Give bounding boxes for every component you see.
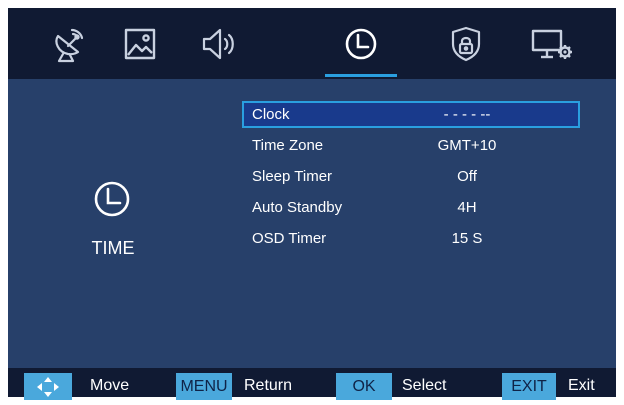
menu-item-osd-timer[interactable]: OSD Timer 15 S <box>242 225 580 252</box>
tab-setup[interactable] <box>516 8 588 79</box>
key-hint-bar: Move MENU Return OK Select EXIT Exit <box>8 368 616 400</box>
return-hint: Return <box>244 377 293 394</box>
clock-icon <box>345 28 377 59</box>
shield-lock-icon <box>451 26 481 61</box>
picture-icon <box>124 28 156 59</box>
arrows-icon <box>37 376 59 397</box>
speaker-icon <box>202 28 234 59</box>
satellite-dish-icon <box>55 28 84 62</box>
section-title: TIME <box>91 238 135 258</box>
menu-item-value: 4H <box>457 199 477 216</box>
menu-item-time-zone[interactable]: Time Zone GMT+10 <box>242 132 580 159</box>
menu-item-value: GMT+10 <box>437 137 497 154</box>
tab-channel[interactable] <box>32 8 104 79</box>
select-hint: Select <box>402 377 447 394</box>
monitor-settings-icon <box>531 29 572 59</box>
menu-item-label: Auto Standby <box>252 199 343 216</box>
time-section-clock-icon <box>94 181 130 217</box>
tv-settings-screen: TIME Clock - - - - -- Time Zone GMT+10 S… <box>8 8 616 400</box>
tab-lock[interactable] <box>430 8 502 79</box>
menu-item-label: Sleep Timer <box>252 168 333 185</box>
menu-item-label: Time Zone <box>252 137 324 154</box>
menu-item-value: - - - - -- <box>443 106 491 123</box>
active-tab-indicator <box>325 74 397 77</box>
menu-item-clock[interactable]: Clock - - - - -- <box>242 101 580 128</box>
menu-item-auto-standby[interactable]: Auto Standby 4H <box>242 194 580 221</box>
menu-item-sleep-timer[interactable]: Sleep Timer Off <box>242 163 580 190</box>
tab-sound[interactable] <box>182 8 254 79</box>
ok-key[interactable]: OK <box>336 373 392 400</box>
menu-item-value: 15 S <box>451 230 483 247</box>
exit-hint: Exit <box>568 377 595 394</box>
move-key[interactable] <box>24 373 72 400</box>
menu-item-label: Clock <box>252 106 290 123</box>
menu-key[interactable]: MENU <box>176 373 232 400</box>
tab-picture[interactable] <box>104 8 176 79</box>
category-tab-bar <box>8 8 616 79</box>
menu-item-label: OSD Timer <box>252 230 327 247</box>
move-hint: Move <box>90 377 130 394</box>
tab-time[interactable] <box>325 8 397 79</box>
menu-item-value: Off <box>457 168 477 185</box>
time-settings-menu: Clock - - - - -- Time Zone GMT+10 Sleep … <box>242 101 580 256</box>
exit-key[interactable]: EXIT <box>502 373 556 400</box>
